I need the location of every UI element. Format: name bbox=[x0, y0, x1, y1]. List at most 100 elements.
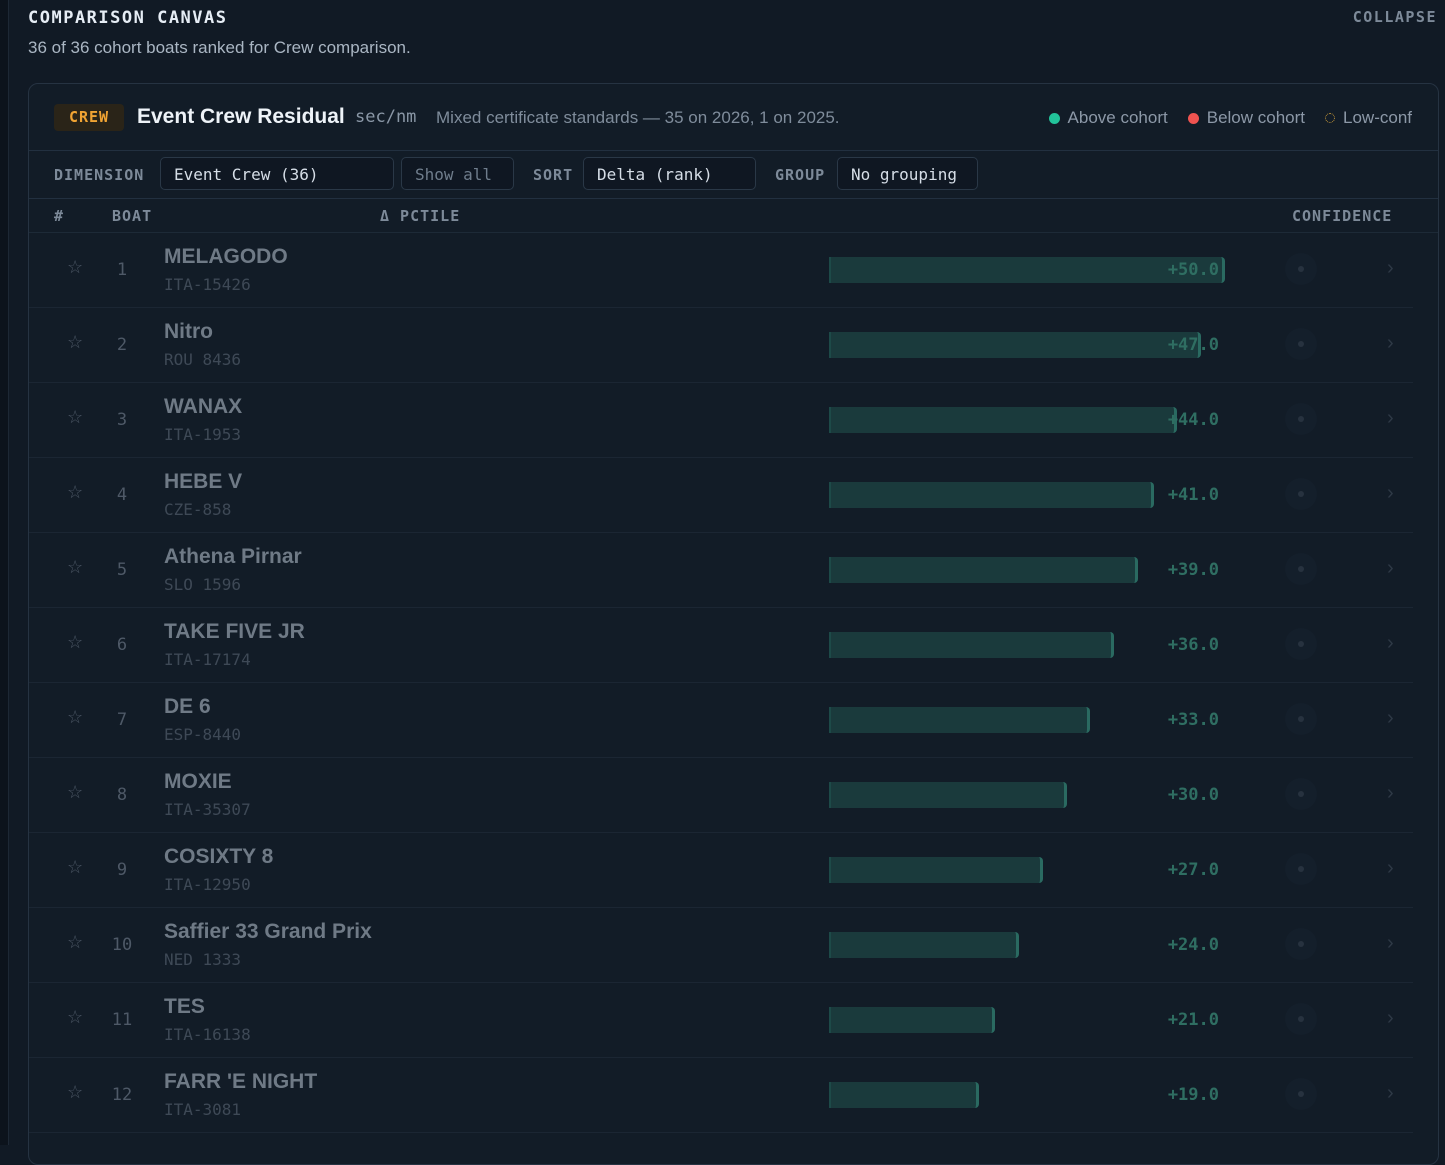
rank-number: 10 bbox=[111, 935, 133, 955]
confidence-dot-icon bbox=[1285, 778, 1317, 810]
boat-name: DE 6 bbox=[164, 695, 211, 718]
crew-badge: CREW bbox=[54, 104, 124, 131]
metric-note: Mixed certificate standards — 35 on 2026… bbox=[436, 108, 840, 127]
legend-label: Below cohort bbox=[1206, 108, 1306, 127]
column-delta[interactable]: Δ PCTILE bbox=[380, 207, 460, 225]
delta-value: +24.0 bbox=[1167, 935, 1219, 955]
legend-above-cohort: Above cohort bbox=[1048, 108, 1168, 128]
chevron-right-icon[interactable]: › bbox=[1387, 707, 1394, 730]
delta-bar bbox=[829, 707, 1090, 733]
rank-number: 3 bbox=[116, 410, 128, 430]
boat-name: Saffier 33 Grand Prix bbox=[164, 920, 372, 943]
star-icon[interactable]: ☆ bbox=[67, 1007, 83, 1028]
star-icon[interactable]: ☆ bbox=[67, 332, 83, 353]
sail-number: ITA-1953 bbox=[164, 425, 242, 444]
above-cohort-dot-icon bbox=[1048, 112, 1060, 124]
legend-label: Low-conf bbox=[1343, 108, 1412, 127]
star-icon[interactable]: ☆ bbox=[67, 782, 83, 803]
dimension-select[interactable]: Event Crew (36) bbox=[160, 157, 394, 190]
boat-row[interactable]: ☆ 10 Saffier 33 Grand Prix NED 1333 +24.0 › bbox=[29, 908, 1413, 983]
boat-row[interactable]: ☆ 3 WANAX ITA-1953 +44.0 › bbox=[29, 383, 1413, 458]
sort-select[interactable]: Delta (rank) bbox=[583, 157, 756, 190]
left-sidebar-strip bbox=[0, 0, 9, 1145]
star-icon[interactable]: ☆ bbox=[67, 932, 83, 953]
sail-number: SLO 1596 bbox=[164, 575, 242, 594]
column-rank: # bbox=[54, 207, 65, 225]
column-header-row: # BOAT Δ PCTILE CONFIDENCE bbox=[29, 198, 1438, 233]
delta-bar bbox=[829, 632, 1114, 658]
group-select[interactable]: No grouping bbox=[837, 157, 978, 190]
boat-row[interactable]: ☆ 12 FARR 'E NIGHT ITA-3081 +19.0 › bbox=[29, 1058, 1413, 1133]
boat-row[interactable]: ☆ 8 MOXIE ITA-35307 +30.0 › bbox=[29, 758, 1413, 833]
boat-row[interactable]: ☆ 9 COSIXTY 8 ITA-12950 +27.0 › bbox=[29, 833, 1413, 908]
chevron-right-icon[interactable]: › bbox=[1387, 1082, 1394, 1105]
chevron-right-icon[interactable]: › bbox=[1387, 632, 1394, 655]
comparison-card: CREW Event Crew Residual sec/nm Mixed ce… bbox=[28, 83, 1439, 1165]
boat-name: Athena Pirnar bbox=[164, 545, 302, 568]
sail-number: ROU 8436 bbox=[164, 350, 242, 369]
star-icon[interactable]: ☆ bbox=[67, 407, 83, 428]
confidence-dot-icon bbox=[1285, 253, 1317, 285]
delta-bar bbox=[829, 1082, 979, 1108]
chevron-right-icon[interactable]: › bbox=[1387, 557, 1394, 580]
chevron-right-icon[interactable]: › bbox=[1387, 407, 1394, 430]
sail-number: ITA-3081 bbox=[164, 1100, 242, 1119]
boat-row[interactable]: ☆ 11 TES ITA-16138 +21.0 › bbox=[29, 983, 1413, 1058]
page-subtitle: 36 of 36 cohort boats ranked for Crew co… bbox=[28, 38, 411, 57]
star-icon[interactable]: ☆ bbox=[67, 482, 83, 503]
boat-row[interactable]: ☆ 4 HEBE V CZE-858 +41.0 › bbox=[29, 458, 1413, 533]
chevron-right-icon[interactable]: › bbox=[1387, 1007, 1394, 1030]
legend: Above cohort Below cohort Low-conf bbox=[1048, 108, 1412, 128]
boat-row[interactable]: ☆ 1 MELAGODO ITA-15426 +50.0 › bbox=[29, 233, 1413, 308]
boat-row[interactable]: ☆ 6 TAKE FIVE JR ITA-17174 +36.0 › bbox=[29, 608, 1413, 683]
confidence-dot-icon bbox=[1285, 403, 1317, 435]
star-icon[interactable]: ☆ bbox=[67, 557, 83, 578]
star-icon[interactable]: ☆ bbox=[67, 632, 83, 653]
dimension-label: DIMENSION bbox=[54, 166, 145, 184]
card-header: CREW Event Crew Residual sec/nm Mixed ce… bbox=[29, 84, 1438, 151]
rank-number: 9 bbox=[116, 860, 128, 880]
legend-label: Above cohort bbox=[1067, 108, 1168, 127]
boat-row[interactable]: ☆ 5 Athena Pirnar SLO 1596 +39.0 › bbox=[29, 533, 1413, 608]
boat-name: WANAX bbox=[164, 395, 243, 418]
star-icon[interactable]: ☆ bbox=[67, 1082, 83, 1103]
confidence-dot-icon bbox=[1285, 328, 1317, 360]
sail-number: ITA-16138 bbox=[164, 1025, 251, 1044]
sort-label: SORT bbox=[533, 166, 574, 184]
chevron-right-icon[interactable]: › bbox=[1387, 257, 1394, 280]
delta-bar bbox=[829, 407, 1177, 433]
sail-number: ESP-8440 bbox=[164, 725, 242, 744]
column-boat[interactable]: BOAT bbox=[112, 207, 152, 225]
rank-number: 6 bbox=[116, 635, 128, 655]
rank-number: 2 bbox=[116, 335, 128, 355]
boat-name: TAKE FIVE JR bbox=[164, 620, 305, 643]
metric-unit: sec/nm bbox=[355, 107, 417, 127]
chevron-right-icon[interactable]: › bbox=[1387, 857, 1394, 880]
boat-name: TES bbox=[164, 995, 205, 1018]
boat-name: Nitro bbox=[164, 320, 213, 343]
chevron-right-icon[interactable]: › bbox=[1387, 932, 1394, 955]
star-icon[interactable]: ☆ bbox=[67, 707, 83, 728]
delta-value: +44.0 bbox=[1167, 410, 1219, 430]
group-label: GROUP bbox=[775, 166, 826, 184]
boat-row[interactable]: ☆ 7 DE 6 ESP-8440 +33.0 › bbox=[29, 683, 1413, 758]
sail-number: NED 1333 bbox=[164, 950, 242, 969]
legend-below-cohort: Below cohort bbox=[1187, 108, 1306, 128]
chevron-right-icon[interactable]: › bbox=[1387, 332, 1394, 355]
boat-name: MOXIE bbox=[164, 770, 232, 793]
star-icon[interactable]: ☆ bbox=[67, 257, 83, 278]
show-all-button[interactable]: Show all bbox=[401, 157, 514, 190]
rank-number: 4 bbox=[116, 485, 128, 505]
confidence-dot-icon bbox=[1285, 553, 1317, 585]
column-confidence[interactable]: CONFIDENCE bbox=[1292, 207, 1392, 225]
collapse-button[interactable]: COLLAPSE bbox=[1353, 8, 1437, 26]
delta-value: +33.0 bbox=[1167, 710, 1219, 730]
chevron-right-icon[interactable]: › bbox=[1387, 782, 1394, 805]
star-icon[interactable]: ☆ bbox=[67, 857, 83, 878]
chevron-right-icon[interactable]: › bbox=[1387, 482, 1394, 505]
delta-value: +39.0 bbox=[1167, 560, 1219, 580]
confidence-dot-icon bbox=[1285, 1078, 1317, 1110]
delta-bar bbox=[829, 932, 1019, 958]
boat-row[interactable]: ☆ 2 Nitro ROU 8436 +47.0 › bbox=[29, 308, 1413, 383]
delta-value: +36.0 bbox=[1167, 635, 1219, 655]
